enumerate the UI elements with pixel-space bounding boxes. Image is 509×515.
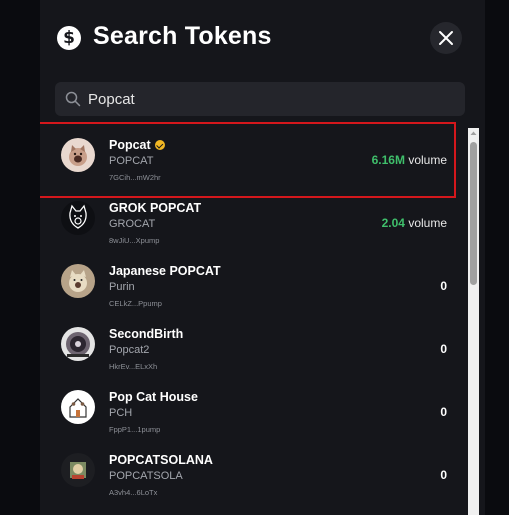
token-volume: 0 xyxy=(440,342,447,356)
token-row-pop-cat-house[interactable]: Pop Cat House PCH FppP1...1pump 0 xyxy=(40,376,467,439)
token-name: Japanese POPCAT xyxy=(109,264,221,278)
volume-label: volume xyxy=(408,216,447,230)
token-row-grok-popcat[interactable]: GROK POPCAT GROCAT 8wJiU...Xpump 2.04 vo… xyxy=(40,187,467,250)
token-volume: 0 xyxy=(440,468,447,482)
token-volume: 0 xyxy=(440,279,447,293)
search-icon xyxy=(65,91,81,107)
token-avatar-secondbirth xyxy=(61,327,95,361)
token-avatar-japanese-popcat xyxy=(61,264,95,298)
token-row-japanese-popcat[interactable]: Japanese POPCAT Purin CELkZ...Ppump 0 xyxy=(40,250,467,313)
token-symbol: Purin xyxy=(109,281,135,293)
token-symbol: POPCAT xyxy=(109,155,154,167)
token-avatar-grok-popcat xyxy=(61,201,95,235)
token-address: 8wJiU...Xpump xyxy=(109,236,160,245)
verified-badge-icon xyxy=(154,140,165,150)
search-tokens-modal: $ Search Tokens Popcat Popcat POPCAT 7GC… xyxy=(40,0,485,515)
token-avatar-popcat xyxy=(61,138,95,172)
token-volume: 2.04 volume xyxy=(382,216,447,230)
volume-value: 0 xyxy=(440,468,447,482)
search-input[interactable] xyxy=(88,82,448,116)
token-row-secondbirth[interactable]: SecondBirth Popcat2 HkrEv...ELxXh 0 xyxy=(40,313,467,376)
token-name: Popcat xyxy=(109,138,165,152)
scrollbar-thumb[interactable] xyxy=(470,142,477,285)
volume-value: 0 xyxy=(440,279,447,293)
token-symbol: Popcat2 xyxy=(109,344,150,356)
token-avatar-popcatsolana xyxy=(61,453,95,487)
token-avatar-pop-cat-house xyxy=(61,390,95,424)
volume-value: 2.04 xyxy=(381,216,405,230)
token-address: CELkZ...Ppump xyxy=(109,299,162,308)
token-volume: 6.16M volume xyxy=(372,153,447,167)
list-scrollbar[interactable] xyxy=(468,128,479,515)
volume-value: 0 xyxy=(440,342,447,356)
token-volume: 0 xyxy=(440,405,447,419)
token-name: Pop Cat House xyxy=(109,390,198,404)
token-name: POPCATSOLANA xyxy=(109,453,213,467)
token-symbol: GROCAT xyxy=(109,218,156,230)
token-name: SecondBirth xyxy=(109,327,184,341)
scroll-up-arrow-icon[interactable] xyxy=(468,128,479,138)
volume-value: 6.16M xyxy=(371,153,405,167)
token-symbol: PCH xyxy=(109,407,133,419)
token-name: GROK POPCAT xyxy=(109,201,202,215)
token-row-popcat[interactable]: Popcat POPCAT 7GCih...mW2hr 6.16M volume xyxy=(40,122,467,198)
token-address: HkrEv...ELxXh xyxy=(109,362,158,371)
token-address: A3vh4...6LoTx xyxy=(109,488,158,497)
volume-label: volume xyxy=(408,153,447,167)
token-symbol: POPCATSOLA xyxy=(109,470,183,482)
close-button[interactable] xyxy=(430,22,462,54)
search-box[interactable] xyxy=(55,82,465,116)
volume-value: 0 xyxy=(440,405,447,419)
token-address: FppP1...1pump xyxy=(109,425,161,434)
token-list: Popcat POPCAT 7GCih...mW2hr 6.16M volume… xyxy=(40,122,467,515)
close-icon xyxy=(439,31,453,45)
dollar-circle-icon: $ xyxy=(57,26,81,50)
token-row-popcatsolana[interactable]: POPCATSOLANA POPCATSOLA A3vh4...6LoTx 0 xyxy=(40,439,467,502)
modal-title: Search Tokens xyxy=(93,22,272,50)
token-address: 7GCih...mW2hr xyxy=(109,173,161,182)
modal-header: $ Search Tokens xyxy=(40,0,485,78)
